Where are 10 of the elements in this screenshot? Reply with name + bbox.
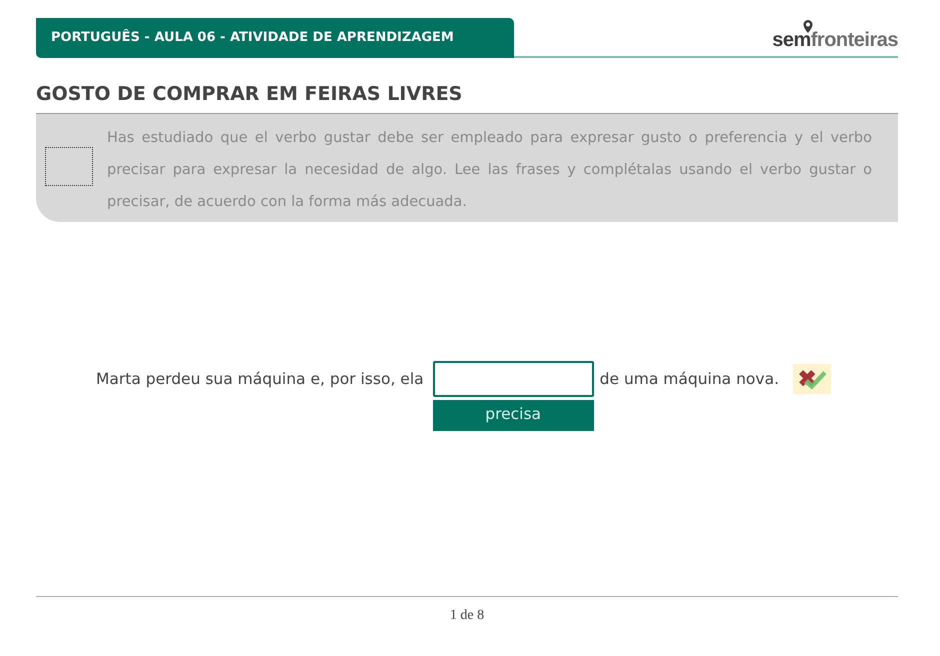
- header-title: PORTUGUÊS - AULA 06 - ATIVIDADE DE APRENDIZAGEM: [36, 18, 514, 58]
- logo: semfronteiras: [772, 20, 898, 52]
- sentence-text: Marta perdeu sua máquina e, por isso, ela: [96, 368, 424, 390]
- page-indicator: 1 de 8: [450, 607, 484, 625]
- sentence-text: de uma máquina nova.: [600, 368, 780, 390]
- answer-field[interactable]: [432, 360, 594, 396]
- instructions-text: Has estudiado que el verbo gustar debe ser empleado para expresar gusto o preferencia y el verbo precisar para expresar la necesidad de algo. Lee las frases y complétalas usando el verbo gustar o precisar, de acuerdo con la forma más adecuada.: [107, 128, 872, 212]
- audio-placeholder: [45, 146, 93, 186]
- answer-option[interactable]: precisa: [432, 400, 594, 430]
- check-answer-icon[interactable]: [793, 364, 832, 394]
